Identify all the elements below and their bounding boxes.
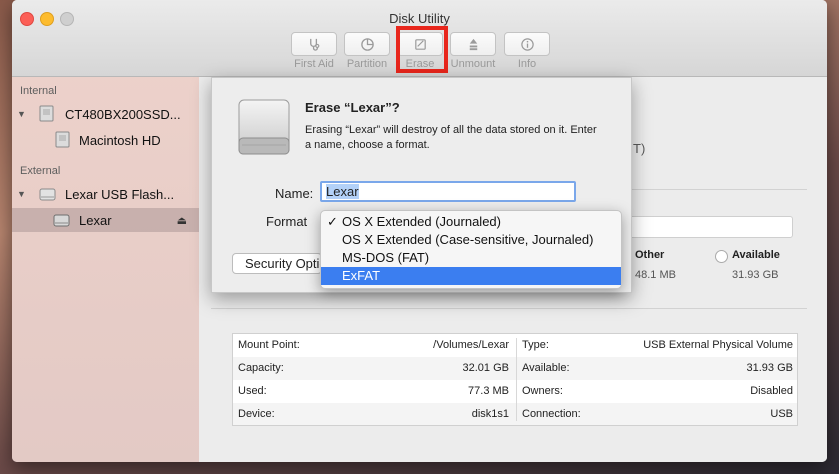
volume-icon: [55, 131, 70, 148]
name-field[interactable]: Lexar: [320, 181, 576, 202]
volume-icon: [53, 214, 70, 227]
divider: [211, 308, 807, 309]
first-aid-button[interactable]: First Aid: [288, 32, 340, 70]
sidebar-item-lexar[interactable]: Lexar ⏏: [12, 208, 199, 232]
connection-key: Connection:: [522, 408, 581, 420]
format-option-case-sensitive[interactable]: OS X Extended (Case-sensitive, Journaled…: [321, 231, 621, 249]
partition-label: Partition: [346, 58, 388, 70]
format-dropdown-menu: ✓ OS X Extended (Journaled) OS X Extende…: [320, 210, 622, 289]
eject-icon[interactable]: ⏏: [177, 214, 187, 227]
type-key: Type:: [522, 339, 549, 351]
sheet-title: Erase “Lexar”?: [305, 100, 400, 115]
sidebar-item-label: Macintosh HD: [79, 132, 161, 148]
sidebar-item-lexar-usb[interactable]: ▼ Lexar USB Flash...: [12, 182, 199, 206]
sidebar-item-macintosh-hd[interactable]: Macintosh HD: [12, 128, 199, 152]
option-label: OS X Extended (Case-sensitive, Journaled…: [342, 232, 594, 247]
table-row: Used: 77.3 MB Owners: Disabled: [233, 380, 797, 403]
toolbar: Disk Utility First Aid Partition Erase U…: [12, 0, 827, 77]
mount-point-key: Mount Point:: [238, 339, 300, 351]
legend-available-value: 31.93 GB: [732, 269, 779, 281]
name-value: Lexar: [326, 184, 359, 199]
available-value: 31.93 GB: [746, 362, 793, 374]
info-icon: [520, 37, 534, 51]
option-label: MS-DOS (FAT): [342, 250, 430, 265]
sidebar-item-label: Lexar USB Flash...: [65, 186, 175, 202]
device-value: disk1s1: [471, 408, 509, 420]
erase-highlight-box: [396, 26, 448, 73]
disclosure-triangle-icon[interactable]: ▼: [17, 109, 26, 119]
connection-value: USB: [770, 408, 793, 420]
format-option-os-x-extended[interactable]: ✓ OS X Extended (Journaled): [321, 213, 621, 231]
format-label: Format: [266, 214, 308, 229]
capacity-key: Capacity:: [238, 362, 284, 374]
stethoscope-icon: [309, 38, 319, 51]
unmount-icon: [469, 38, 477, 50]
sidebar: Internal ▼ CT480BX200SSD... Macintosh HD…: [12, 77, 199, 462]
sidebar-item-label: Lexar: [79, 212, 112, 228]
capacity-value: 32.01 GB: [462, 362, 509, 374]
external-disk-icon: [39, 188, 56, 201]
format-option-exfat[interactable]: ExFAT: [321, 267, 621, 285]
sidebar-item-label: CT480BX200SSD...: [65, 106, 181, 122]
divider: [617, 189, 807, 190]
legend-available: Available: [732, 249, 780, 261]
disclosure-triangle-icon[interactable]: ▼: [17, 189, 26, 199]
device-key: Device:: [238, 408, 275, 420]
sidebar-internal-header: Internal: [20, 85, 57, 97]
option-label: OS X Extended (Journaled): [342, 214, 501, 229]
info-label: Info: [517, 58, 537, 70]
info-table: Mount Point: /Volumes/Lexar Type: USB Ex…: [232, 333, 798, 426]
owners-key: Owners:: [522, 385, 563, 397]
table-row: Capacity: 32.01 GB Available: 31.93 GB: [233, 357, 797, 380]
legend-other-value: 48.1 MB: [635, 269, 676, 281]
owners-value: Disabled: [750, 385, 793, 397]
external-disk-icon: [238, 99, 290, 155]
mount-point-value: /Volumes/Lexar: [433, 339, 509, 351]
capacity-bar: [617, 216, 793, 238]
first-aid-label: First Aid: [294, 58, 334, 70]
column-divider: [516, 338, 517, 421]
used-value: 77.3 MB: [468, 385, 509, 397]
table-row: Mount Point: /Volumes/Lexar Type: USB Ex…: [233, 334, 797, 357]
partition-button[interactable]: Partition: [341, 32, 393, 70]
used-key: Used:: [238, 385, 267, 397]
option-label: ExFAT: [342, 268, 381, 283]
sheet-message: Erasing “Lexar” will destroy of all the …: [305, 124, 597, 151]
window-title: Disk Utility: [389, 11, 450, 26]
unmount-label: Unmount: [450, 58, 496, 70]
legend-other: Other: [635, 249, 665, 261]
partial-text: T): [633, 141, 646, 156]
table-row: Device: disk1s1 Connection: USB: [233, 403, 797, 425]
security-options-button[interactable]: Security Options...: [232, 253, 322, 274]
available-key: Available:: [522, 362, 570, 374]
available-swatch: [715, 250, 728, 263]
unmount-button[interactable]: Unmount: [447, 32, 499, 70]
sidebar-external-header: External: [20, 165, 61, 177]
pie-icon: [360, 37, 374, 51]
type-value: USB External Physical Volume: [643, 339, 793, 351]
disk-utility-window: Disk Utility First Aid Partition Erase U…: [12, 0, 827, 462]
info-button[interactable]: Info: [501, 32, 553, 70]
format-option-ms-dos[interactable]: MS-DOS (FAT): [321, 249, 621, 267]
checkmark-icon: ✓: [327, 214, 338, 229]
internal-disk-icon: [39, 105, 54, 122]
sidebar-item-ct480[interactable]: ▼ CT480BX200SSD...: [12, 102, 199, 126]
name-label: Name:: [275, 186, 314, 201]
